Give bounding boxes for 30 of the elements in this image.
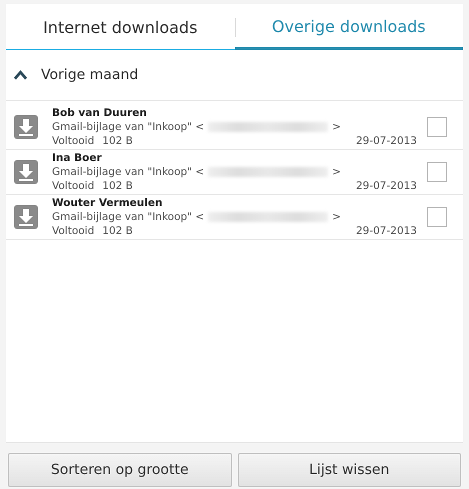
download-status: Voltooid (52, 224, 94, 238)
download-date: 29-07-2013 (356, 224, 417, 238)
download-status: Voltooid (52, 134, 94, 148)
angle-bracket: > (332, 165, 341, 179)
checkbox[interactable] (427, 207, 447, 227)
attachment-description: Gmail-bijlage van "Inkoop" < (52, 165, 204, 179)
download-date: 29-07-2013 (356, 179, 417, 193)
checkbox[interactable] (427, 117, 447, 137)
sender-name: Wouter Vermeulen (52, 196, 164, 210)
file-size: 102 B (102, 179, 133, 193)
attachment-description: Gmail-bijlage van "Inkoop" < (52, 210, 204, 224)
tab[interactable]: Internet downloads (6, 6, 234, 50)
sender-name: Bob van Duuren (52, 106, 148, 120)
action-button[interactable]: Sorteren op grootte (8, 453, 232, 487)
download-date: 29-07-2013 (356, 134, 417, 148)
sender-name: Ina Boer (52, 151, 103, 165)
download-icon (14, 115, 38, 139)
section-title: Vorige maand (41, 67, 138, 83)
tab[interactable]: Overige downloads (234, 6, 463, 50)
collapse-chevron-icon[interactable] (14, 70, 27, 80)
file-size: 102 B (102, 134, 133, 148)
download-icon (14, 205, 38, 229)
checkbox[interactable] (427, 162, 447, 182)
action-button[interactable]: Lijst wissen (238, 453, 461, 487)
attachment-description: Gmail-bijlage van "Inkoop" < (52, 120, 204, 134)
angle-bracket: > (332, 120, 341, 134)
angle-bracket: > (332, 210, 341, 224)
download-icon (14, 160, 38, 184)
file-size: 102 B (102, 224, 133, 238)
download-status: Voltooid (52, 179, 94, 193)
